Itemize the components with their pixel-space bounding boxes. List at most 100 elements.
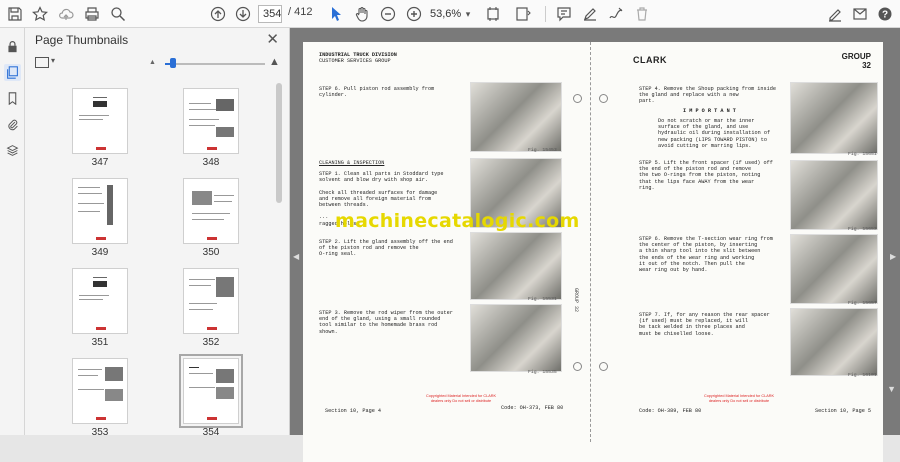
thumbnail-scrollbar[interactable]: [275, 78, 283, 435]
thumbnail-label: 349: [91, 247, 109, 258]
fig-label: Fig. 15657: [848, 301, 877, 306]
thumbnail-label: 352: [202, 337, 220, 348]
fig-label: Fig. 15653: [848, 227, 877, 232]
search-zoom-icon[interactable]: [107, 3, 129, 25]
photo-gland: [470, 232, 562, 300]
thumbnail-page[interactable]: [183, 88, 239, 154]
left-step-6: STEP 6. Pull piston rod assembly from cy…: [319, 86, 435, 99]
clark-logo: CLARK: [633, 55, 667, 65]
scrollbar-thumb[interactable]: [276, 83, 282, 203]
chevron-right-icon[interactable]: ▶: [890, 252, 896, 261]
fig-label: Fig. 15651: [848, 152, 877, 157]
zoom-in-icon[interactable]: [403, 3, 425, 25]
thumbnail-page-current[interactable]: [179, 354, 243, 428]
left-footer-section: Section 10, Page 4: [325, 408, 382, 414]
right-step-7: STEP 7. If, for any reason the rear spac…: [639, 312, 770, 337]
copyright-notice: Copyrighted Material Intended for CLARK …: [425, 394, 497, 403]
highlight-pen-icon[interactable]: [579, 3, 601, 25]
right-step-5: STEP 5. Lift the front spacer (if used) …: [639, 160, 773, 191]
thumbnail-label: 348: [202, 157, 220, 168]
page-divider: [590, 42, 591, 442]
draw-icon[interactable]: [605, 3, 627, 25]
small-mountain-icon: ▲: [149, 59, 156, 66]
select-cursor-icon[interactable]: [325, 3, 347, 25]
important-heading: I M P O R T A N T: [683, 108, 736, 114]
chevron-down-icon[interactable]: ▾: [51, 56, 55, 65]
thumbnail-page[interactable]: [183, 268, 239, 334]
document-spread: GROUP 32 INDUSTRIAL TRUCK DIVISION CUSTO…: [303, 42, 883, 462]
left-footer-code: Code: OH-373, FEB 80: [501, 405, 564, 411]
copyright-notice: Copyrighted Material Intended for CLARK …: [703, 394, 775, 403]
thumbnails-panel: Page Thumbnails ✕ ▾ ▲ ▲ 347 348 349 350 …: [25, 28, 290, 435]
binding-hole: [573, 362, 582, 371]
chevron-down-icon[interactable]: ▾: [462, 3, 474, 25]
photo-front-spacer: [790, 160, 878, 230]
fig-label: Fig. 16101: [848, 373, 877, 378]
chevron-left-icon[interactable]: ◀: [293, 252, 299, 261]
page-thumbnails-icon[interactable]: [4, 64, 21, 81]
comment-icon[interactable]: [553, 3, 575, 25]
help-icon[interactable]: ?: [874, 3, 896, 25]
photo-packing: [790, 82, 878, 154]
right-footer-section: Section 10, Page 5: [815, 408, 872, 414]
cloud-upload-icon[interactable]: [55, 3, 77, 25]
fig-label: Fig. 15535: [528, 370, 557, 375]
fig-label: Fig. 15453: [528, 148, 557, 153]
binding-hole: [599, 94, 608, 103]
group-label: GROUP: [841, 52, 871, 61]
zoom-level[interactable]: 53,6%: [430, 5, 466, 23]
group-number: 32: [862, 61, 871, 70]
thumbnail-label: 347: [91, 157, 109, 168]
scroll-down-icon[interactable]: ▼: [887, 384, 896, 394]
zoom-out-icon[interactable]: [377, 3, 399, 25]
bookmarks-icon[interactable]: [4, 90, 21, 107]
right-footer-code: Code: OH-389, FEB 80: [639, 408, 702, 414]
layers-icon[interactable]: [4, 142, 21, 159]
scroll-mode-icon[interactable]: [512, 3, 534, 25]
thumbnail-label: 354: [202, 427, 220, 435]
main-toolbar: 354 / 412 53,6% ▾ ?: [0, 0, 900, 28]
close-icon[interactable]: ✕: [266, 30, 279, 48]
hand-tool-icon[interactable]: [351, 3, 373, 25]
thumbnail-page[interactable]: [72, 88, 128, 154]
page-total: / 412: [288, 6, 313, 18]
thumbnail-size-slider[interactable]: [165, 63, 265, 65]
save-icon[interactable]: [4, 3, 26, 25]
important-text: Do not scratch or mar the inner surface …: [658, 118, 771, 149]
print-icon[interactable]: [81, 3, 103, 25]
panel-title: Page Thumbnails: [35, 33, 129, 47]
prev-page-icon[interactable]: [207, 3, 229, 25]
left-step-3: STEP 3. Remove the rod wiper from the ou…: [319, 310, 453, 335]
thumbnail-page[interactable]: [72, 358, 128, 424]
page-fit-icon[interactable]: [482, 3, 504, 25]
thumbnail-page[interactable]: [183, 178, 239, 244]
attachments-icon[interactable]: [4, 116, 21, 133]
section-heading: CLEANING & INSPECTION: [319, 160, 385, 166]
photo-rod-wiper: [470, 304, 562, 372]
bookmark-star-icon[interactable]: [29, 3, 51, 25]
svg-text:?: ?: [882, 10, 888, 21]
side-binding-label: GROUP 32: [573, 288, 579, 313]
thumbnail-label: 350: [202, 247, 220, 258]
delete-icon[interactable]: [631, 3, 653, 25]
fig-label: Fig. 15531: [528, 297, 557, 302]
left-icon-rail: [0, 28, 25, 435]
sign-icon[interactable]: [824, 3, 846, 25]
email-icon[interactable]: [849, 3, 871, 25]
photo-rear-spacer: [790, 308, 878, 376]
page-number-input[interactable]: 354: [258, 5, 282, 23]
large-mountain-icon: ▲: [269, 56, 280, 68]
next-page-icon[interactable]: [232, 3, 254, 25]
thumbnail-label: 353: [91, 427, 109, 435]
photo-piston-rod: [470, 82, 562, 152]
watermark: machinecatalogic.com: [335, 210, 580, 232]
lock-icon[interactable]: [4, 38, 21, 55]
thumbnail-page[interactable]: [72, 178, 128, 244]
thumbnail-options-icon[interactable]: [35, 57, 49, 68]
right-step-6: STEP 6. Remove the T-section wear ring f…: [639, 236, 773, 274]
thumbnail-page[interactable]: [72, 268, 128, 334]
thumbnail-tools: ▾ ▲ ▲: [25, 54, 290, 76]
toolbar-divider: [545, 6, 546, 22]
thumbnail-list: 347 348 349 350 351 352 353 354: [25, 78, 290, 435]
slider-handle[interactable]: [170, 58, 176, 68]
